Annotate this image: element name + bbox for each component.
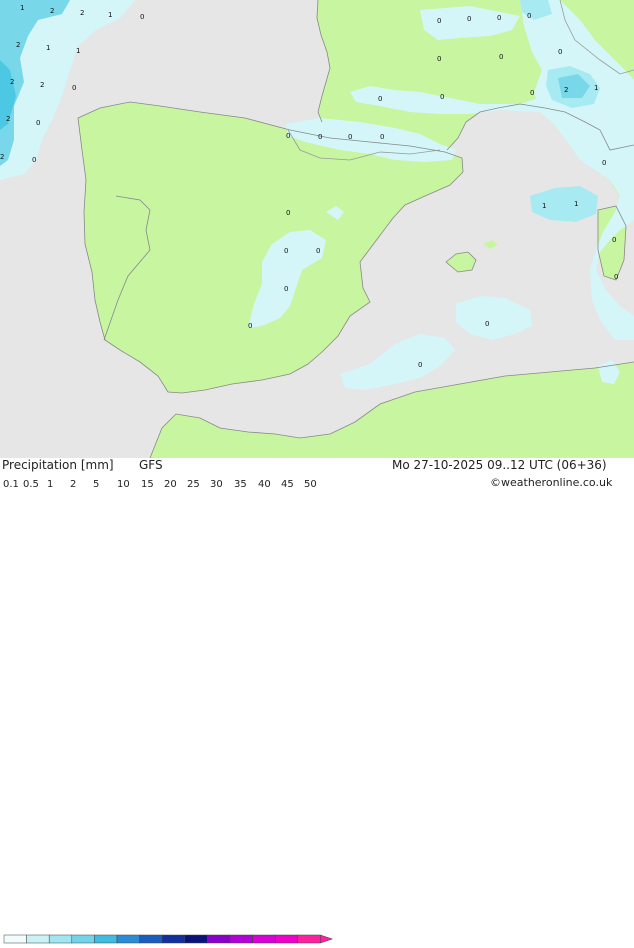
precip-value-label: 2 [564,86,568,94]
precip-value-label: 0 [612,236,616,244]
legend-tick: 20 [164,479,177,490]
precip-value-label: 0 [380,133,384,141]
map-title: Precipitation [mm] [2,458,114,472]
colorbar-segment [297,934,321,944]
precip-value-label: 1 [542,202,546,210]
precip-value-label: 1 [594,84,598,92]
precipitation-map: 1 2 2 1 0 2 1 1 2 2 0 2 0 2 0 0 0 0 0 0 0 0 0 0 2 1 0 0 0 0 0 0 0 1 1 0 0 0 0 0… [0,0,634,458]
precip-value-label: 2 [40,81,44,89]
precip-value-label: 1 [574,200,578,208]
legend-tick: 25 [187,479,200,490]
legend-tick: 15 [141,479,154,490]
credit-text: ©weatheronline.co.uk [490,476,613,489]
precip-value-label: 2 [50,7,54,15]
precip-value-label: 0 [614,273,618,281]
colorbar-segment [139,934,163,944]
colorbar-segment [26,934,50,944]
precip-value-label: 0 [499,53,503,61]
legend-tick: 1 [47,479,54,490]
colorbar-arrow [320,934,334,944]
precip-value-label: 1 [20,4,24,12]
colorbar-segment [71,934,95,944]
precip-value-label: 1 [46,44,50,52]
colorbar-segment [161,934,186,944]
colorbar-segment [207,934,231,944]
precip-value-label: 0 [248,322,252,330]
legend-tick: 45 [281,479,294,490]
precip-value-label: 0 [497,14,501,22]
colorbar-segment [48,934,73,944]
legend-tick: 10 [117,479,130,490]
precip-value-label: 2 [80,9,84,17]
precip-value-label: 0 [286,132,290,140]
precip-value-label: 0 [284,247,288,255]
precip-value-label: 0 [72,84,76,92]
legend-tick: 2 [70,479,77,490]
precip-value-label: 0 [485,320,489,328]
precip-value-label: 1 [108,11,112,19]
precip-value-label: 0 [316,247,320,255]
precip-value-label: 0 [348,133,352,141]
colorbar-segment [184,934,208,944]
precip-value-label: 0 [530,89,534,97]
legend-tick: 40 [258,479,271,490]
colorbar-segment [116,934,140,944]
precip-value-label: 0 [286,209,290,217]
colorbar-segment [94,934,118,944]
precip-value-label: 0 [378,95,382,103]
precip-value-label: 0 [32,156,36,164]
precip-value-label: 0 [440,93,444,101]
precip-value-label: 0 [36,119,40,127]
footer-bar: Precipitation [mm] GFS Mo 27-10-2025 09.… [0,458,634,944]
precip-value-label: 0 [437,55,441,63]
colorbar-segment [252,934,276,944]
precip-value-label: 2 [6,115,10,123]
precip-value-label: 0 [558,48,562,56]
precip-value-label: 2 [16,41,20,49]
forecast-datetime: Mo 27-10-2025 09..12 UTC (06+36) [392,458,607,472]
legend-tick: 35 [234,479,247,490]
precip-value-label: 0 [437,17,441,25]
model-name: GFS [139,458,163,472]
precip-colorbar [3,934,334,944]
legend-tick: 5 [93,479,100,490]
precip-value-label: 0 [418,361,422,369]
legend-tick: 30 [210,479,223,490]
precip-value-label: 0 [284,285,288,293]
colorbar-segment [229,934,253,944]
precip-value-label: 0 [318,133,322,141]
precip-value-label: 0 [467,15,471,23]
precip-value-label: 0 [527,12,531,20]
colorbar-segment [3,934,27,944]
precip-value-label: 2 [0,153,4,161]
precip-value-label: 0 [602,159,606,167]
precip-value-label: 2 [10,78,14,86]
legend-tick: 50 [304,479,317,490]
legend-tick: 0.5 [23,479,39,490]
precip-value-label: 0 [140,13,144,21]
precip-value-label: 1 [76,47,80,55]
colorbar-segment [274,934,299,944]
legend-tick: 0.1 [3,479,19,490]
